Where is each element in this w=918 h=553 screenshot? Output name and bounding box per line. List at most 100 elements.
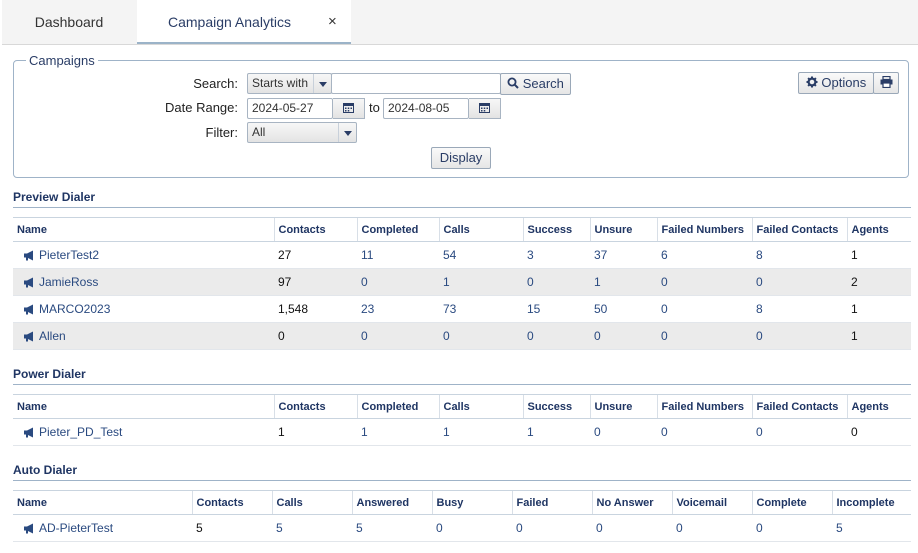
table-cell[interactable]: 0 [752, 514, 832, 542]
table-cell[interactable]: 1 [439, 268, 523, 296]
campaign-name[interactable]: PieterTest2 [39, 248, 99, 262]
table-cell[interactable]: 0 [357, 322, 439, 350]
campaign-name-cell[interactable]: AD-PieterTest [13, 514, 192, 542]
campaign-name-cell[interactable]: PieterTest2 [13, 241, 274, 269]
table-cell[interactable]: 1 [590, 268, 657, 296]
column-header[interactable]: Contacts [191, 490, 272, 515]
table-cell[interactable]: 0 [357, 268, 439, 296]
column-header[interactable]: Unsure [589, 394, 657, 419]
table-cell[interactable]: 0 [657, 268, 752, 296]
table-cell[interactable]: 0 [752, 268, 847, 296]
table-cell[interactable]: 5 [272, 514, 352, 542]
table-cell[interactable]: 8 [752, 295, 847, 323]
display-button[interactable]: Display [431, 147, 491, 169]
campaign-name[interactable]: Allen [39, 329, 66, 343]
table-row[interactable]: Allen 0 0 0 0 0 0 0 1 [13, 322, 911, 350]
table-cell[interactable]: 0 [439, 322, 523, 350]
column-header[interactable]: Name [13, 217, 274, 242]
date-to-calendar-button[interactable] [469, 98, 501, 119]
table-cell[interactable]: 3 [523, 241, 590, 269]
search-button[interactable]: Search [500, 73, 571, 95]
table-cell[interactable]: 0 [432, 514, 512, 542]
table-cell[interactable]: 50 [590, 295, 657, 323]
column-header[interactable]: Unsure [589, 217, 657, 242]
table-row[interactable]: MARCO2023 1,548 23 73 15 50 0 8 1 [13, 295, 911, 323]
table-row[interactable]: AD-PieterTest 5 5 5 0 0 0 0 0 5 [13, 514, 911, 542]
column-header[interactable]: Completed [356, 217, 439, 242]
campaign-name[interactable]: JamieRoss [39, 275, 98, 289]
column-header[interactable]: Failed [511, 490, 592, 515]
table-cell[interactable]: 5 [352, 514, 432, 542]
tab-dashboard[interactable]: Dashboard [2, 0, 136, 44]
table-cell[interactable]: 0 [512, 514, 592, 542]
column-header[interactable]: Name [13, 394, 274, 419]
column-header[interactable]: Failed Contacts [751, 217, 847, 242]
table-cell[interactable]: 11 [357, 241, 439, 269]
campaign-name-cell[interactable]: Pieter_PD_Test [13, 418, 274, 446]
table-cell[interactable]: 0 [657, 418, 752, 446]
print-button[interactable] [873, 72, 899, 94]
table-cell[interactable]: 37 [590, 241, 657, 269]
column-header[interactable]: Calls [438, 394, 523, 419]
table-cell[interactable]: 15 [523, 295, 590, 323]
table-cell[interactable]: 54 [439, 241, 523, 269]
table-cell[interactable]: 0 [752, 418, 847, 446]
date-to-input[interactable]: 2024-08-05 [383, 98, 469, 119]
campaign-name[interactable]: AD-PieterTest [39, 521, 113, 535]
table-cell[interactable]: 0 [657, 295, 752, 323]
column-header[interactable]: Busy [431, 490, 512, 515]
close-icon[interactable]: × [328, 0, 337, 44]
filter-select[interactable]: All [247, 122, 357, 143]
table-cell[interactable]: 8 [752, 241, 847, 269]
search-mode-select[interactable]: Starts with [247, 73, 332, 94]
column-header[interactable]: Contacts [273, 217, 357, 242]
column-header[interactable]: Incomplete [831, 490, 911, 515]
table-cell[interactable]: 0 [752, 322, 847, 350]
table-cell[interactable]: 0 [592, 514, 672, 542]
table-cell[interactable]: 6 [657, 241, 752, 269]
search-label: Search: [193, 76, 238, 91]
column-header[interactable]: Calls [438, 217, 523, 242]
table-row[interactable]: PieterTest2 27 11 54 3 37 6 8 1 [13, 241, 911, 269]
search-input[interactable] [331, 73, 501, 94]
date-from-calendar-button[interactable] [333, 98, 365, 119]
column-header[interactable]: Contacts [273, 394, 357, 419]
table-row[interactable]: Pieter_PD_Test 1 1 1 1 0 0 0 0 [13, 418, 911, 446]
table-cell[interactable]: 0 [672, 514, 752, 542]
column-header[interactable]: Success [522, 217, 590, 242]
date-from-input[interactable]: 2024-05-27 [247, 98, 333, 119]
column-header[interactable]: Failed Numbers [656, 217, 752, 242]
column-header[interactable]: Agents [846, 394, 911, 419]
table-cell[interactable]: 1 [439, 418, 523, 446]
campaign-name-cell[interactable]: MARCO2023 [13, 295, 274, 323]
column-header[interactable]: Failed Contacts [751, 394, 847, 419]
table-cell[interactable]: 5 [832, 514, 911, 542]
table-cell[interactable]: 1 [357, 418, 439, 446]
table-cell[interactable]: 73 [439, 295, 523, 323]
campaigns-legend: Campaigns [26, 53, 98, 68]
table-cell[interactable]: 1 [523, 418, 590, 446]
campaign-name-cell[interactable]: Allen [13, 322, 274, 350]
campaign-name-cell[interactable]: JamieRoss [13, 268, 274, 296]
column-header[interactable]: No Answer [591, 490, 672, 515]
column-header[interactable]: Complete [751, 490, 832, 515]
column-header[interactable]: Name [13, 490, 192, 515]
column-header[interactable]: Answered [351, 490, 432, 515]
table-cell[interactable]: 0 [590, 322, 657, 350]
column-header[interactable]: Completed [356, 394, 439, 419]
table-cell[interactable]: 0 [523, 322, 590, 350]
table-cell[interactable]: 0 [657, 322, 752, 350]
column-header[interactable]: Success [522, 394, 590, 419]
options-button[interactable]: Options [798, 72, 874, 94]
table-cell[interactable]: 0 [590, 418, 657, 446]
table-cell[interactable]: 23 [357, 295, 439, 323]
column-header[interactable]: Voicemail [671, 490, 752, 515]
campaign-name[interactable]: MARCO2023 [39, 302, 110, 316]
campaign-name[interactable]: Pieter_PD_Test [39, 425, 122, 439]
tab-campaign-analytics[interactable]: Campaign Analytics × [137, 0, 351, 44]
column-header[interactable]: Failed Numbers [656, 394, 752, 419]
table-cell[interactable]: 0 [523, 268, 590, 296]
table-row[interactable]: JamieRoss 97 0 1 0 1 0 0 2 [13, 268, 911, 296]
column-header[interactable]: Calls [271, 490, 352, 515]
column-header[interactable]: Agents [846, 217, 911, 242]
